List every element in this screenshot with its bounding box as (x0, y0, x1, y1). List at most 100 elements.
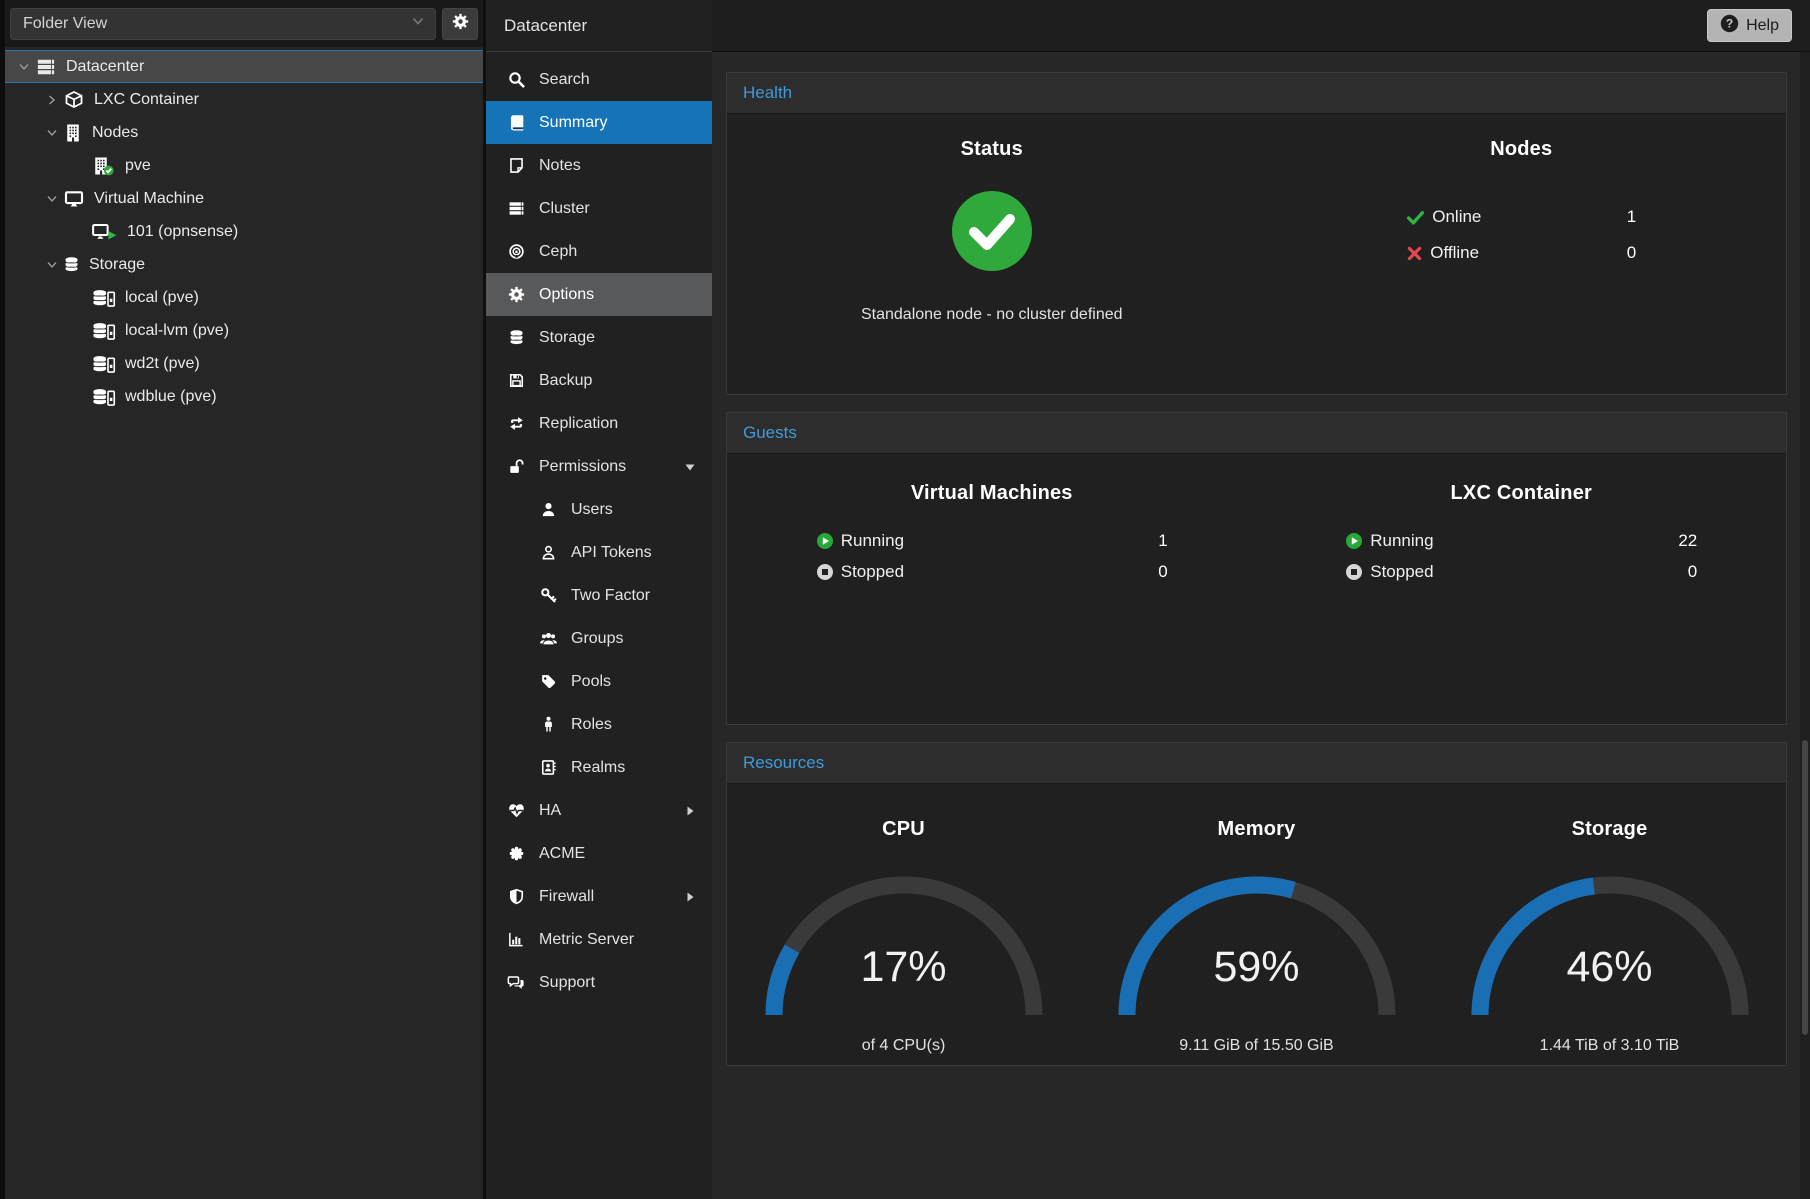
menu-item-users[interactable]: Users (486, 488, 712, 531)
unlock-icon (506, 458, 526, 475)
menu-caret-down-icon (684, 461, 696, 473)
menu-item-acme[interactable]: ACME (486, 832, 712, 875)
tree-item-local-lvm-pve[interactable]: local-lvm (pve) (5, 314, 483, 347)
datacenter-menu: Search Summary NotesClusterCeph Options Stor… (486, 52, 712, 1004)
menu-item-storage[interactable]: Storage (486, 316, 712, 359)
stat-value: 0 (1158, 562, 1167, 582)
gauge-percent: 59% (1107, 943, 1407, 992)
menu-item-label: API Tokens (571, 544, 652, 562)
menu-item-ceph[interactable]: Ceph (486, 230, 712, 273)
tree-item-lxc-container[interactable]: LXC Container (5, 83, 483, 116)
menu-item-two-factor[interactable]: Two Factor (486, 574, 712, 617)
menu-item-search[interactable]: Search (486, 58, 712, 101)
stat-row-stopped: Stopped 0 (816, 562, 1168, 582)
tree-settings-button[interactable] (442, 8, 478, 40)
stat-label-group: Online (1406, 207, 1481, 227)
cross-icon (1406, 245, 1423, 262)
tree-item-storage[interactable]: Storage (5, 248, 483, 281)
stat-value: 0 (1627, 243, 1636, 263)
stat-label: Running (841, 531, 904, 551)
seal-icon (506, 845, 526, 862)
menu-item-ha[interactable]: HA (486, 789, 712, 832)
tree-item-label: local (pve) (125, 289, 199, 307)
menu-item-label: Two Factor (571, 587, 650, 605)
stat-label-group: Stopped (1345, 562, 1433, 582)
tree-item-local-pve[interactable]: local (pve) (5, 281, 483, 314)
menu-item-api-tokens[interactable]: API Tokens (486, 531, 712, 574)
stat-value: 22 (1678, 531, 1697, 551)
help-button[interactable]: ? Help (1707, 9, 1792, 42)
menu-item-groups[interactable]: Groups (486, 617, 712, 660)
chevron-expanded-icon[interactable] (41, 258, 63, 272)
resources-panel-body: CPU17%of 4 CPU(s)Memory59%9.11 GiB of 15… (727, 784, 1786, 1065)
tree-item-datacenter[interactable]: Datacenter (5, 50, 483, 83)
gauge-percent: 17% (754, 943, 1054, 992)
health-panel-title: Health (727, 73, 1786, 114)
gauge-detail: 1.44 TiB of 3.10 TiB (1540, 1037, 1680, 1055)
tree-item-label: Datacenter (66, 58, 144, 76)
tree-item-label: Virtual Machine (94, 190, 204, 208)
chevron-expanded-icon[interactable] (13, 60, 35, 74)
database-drive-icon (91, 354, 116, 374)
gauge-storage: Storage46%1.44 TiB of 3.10 TiB (1433, 818, 1786, 1055)
menu-item-label: Backup (539, 372, 592, 390)
menu-item-label: Pools (571, 673, 611, 691)
stat-label-group: Running (816, 531, 904, 551)
menu-item-label: Options (539, 286, 594, 304)
tree-item-virtual-machine[interactable]: Virtual Machine (5, 182, 483, 215)
tree-item-wd2t-pve[interactable]: wd2t (pve) (5, 347, 483, 380)
gauge-memory: Memory59%9.11 GiB of 15.50 GiB (1080, 818, 1433, 1055)
chevron-collapsed-icon[interactable] (41, 93, 63, 107)
tree-item-wdblue-pve[interactable]: wdblue (pve) (5, 380, 483, 413)
play-circle-icon (1345, 532, 1363, 550)
view-mode-select[interactable]: Folder View (10, 8, 436, 40)
tree-item-label: wd2t (pve) (125, 355, 200, 373)
tree-item-101-opnsense[interactable]: 101 (opnsense) (5, 215, 483, 248)
stat-row-stopped: Stopped 0 (1345, 562, 1697, 582)
menu-item-roles[interactable]: Roles (486, 703, 712, 746)
menu-item-realms[interactable]: Realms (486, 746, 712, 789)
chevron-expanded-icon[interactable] (41, 192, 63, 206)
menu-item-cluster[interactable]: Cluster (486, 187, 712, 230)
datacenter-menu-panel: Datacenter SearchSummaryNotesClusterCeph… (486, 0, 712, 1199)
tree-item-label: local-lvm (pve) (125, 322, 229, 340)
summary-content: Health Status Standalone node - no clust… (712, 52, 1810, 1199)
tree-item-label: pve (125, 157, 151, 175)
stat-value: 0 (1688, 562, 1697, 582)
menu-item-pools[interactable]: Pools (486, 660, 712, 703)
stat-label-group: Running (1345, 531, 1433, 551)
nodes-stats: Online1Offline0 (1406, 207, 1636, 263)
stat-label: Stopped (841, 562, 904, 582)
menu-item-label: Summary (539, 114, 607, 132)
menu-item-support[interactable]: Support (486, 961, 712, 1004)
guests-column-lxc-container: LXC ContainerRunning22Stopped0 (1257, 482, 1787, 714)
gauge-detail: 9.11 GiB of 15.50 GiB (1179, 1037, 1333, 1055)
menu-item-notes[interactable]: Notes (486, 144, 712, 187)
menu-item-backup[interactable]: Backup (486, 359, 712, 402)
menu-item-options[interactable]: Options (486, 273, 712, 316)
menu-item-label: Storage (539, 329, 595, 347)
chevron-down-icon (411, 14, 425, 33)
menu-item-summary[interactable]: Summary (486, 101, 712, 144)
chart-icon (506, 931, 526, 948)
tree-item-pve[interactable]: pve (5, 149, 483, 182)
menu-item-permissions[interactable]: Permissions (486, 445, 712, 488)
health-panel-body: Status Standalone node - no cluster defi… (727, 114, 1786, 394)
chevron-expanded-icon[interactable] (41, 126, 63, 140)
book-icon (506, 114, 526, 131)
stat-row-offline: Offline0 (1406, 243, 1636, 263)
menu-caret-right-icon (684, 891, 696, 903)
menu-item-label: Replication (539, 415, 618, 433)
gauge-percent: 46% (1460, 943, 1760, 992)
menu-item-label: Groups (571, 630, 623, 648)
resources-panel: Resources CPU17%of 4 CPU(s)Memory59%9.11… (726, 742, 1787, 1066)
stat-row-running: Running1 (816, 531, 1168, 551)
vertical-scrollbar[interactable] (1800, 52, 1810, 1199)
menu-item-label: ACME (539, 845, 585, 863)
menu-item-metric-server[interactable]: Metric Server (486, 918, 712, 961)
tree-item-nodes[interactable]: Nodes (5, 116, 483, 149)
menu-item-firewall[interactable]: Firewall (486, 875, 712, 918)
database-icon (63, 256, 80, 273)
scrollbar-thumb[interactable] (1802, 740, 1808, 1035)
menu-item-replication[interactable]: Replication (486, 402, 712, 445)
